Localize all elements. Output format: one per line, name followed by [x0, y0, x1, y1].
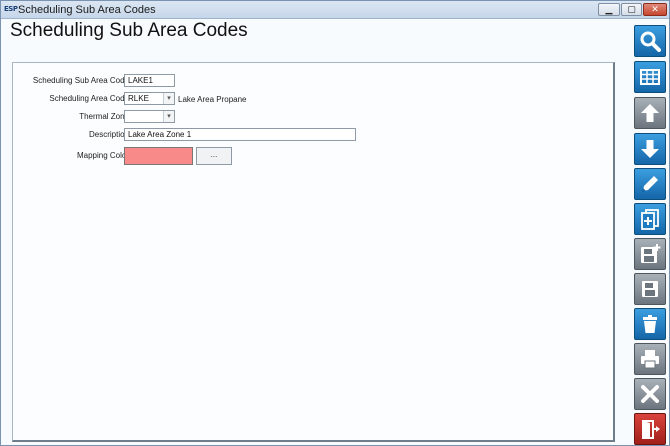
area-code-description: Lake Area Propane [178, 95, 247, 104]
print-button[interactable] [634, 343, 666, 375]
app-logo-icon: ESP [4, 5, 18, 13]
chevron-down-icon[interactable]: ▾ [163, 93, 174, 104]
thermal-zone-label: Thermal Zone [79, 112, 129, 121]
printer-icon [641, 350, 659, 369]
description-label: Description [88, 130, 129, 139]
title-bar[interactable]: ESP Scheduling Sub Area Codes ▁ ▢ ✕ [1, 1, 669, 19]
grid-icon [640, 69, 660, 85]
delete-button[interactable] [634, 308, 666, 340]
pencil-icon [642, 176, 658, 192]
close-window-button[interactable]: ✕ [643, 3, 667, 16]
cancel-button[interactable] [634, 378, 666, 410]
color-picker-button[interactable]: ... [196, 147, 232, 165]
trash-icon [643, 315, 657, 333]
chevron-down-icon[interactable]: ▾ [163, 111, 174, 122]
save-button[interactable] [634, 273, 666, 305]
sub-area-code-field[interactable]: LAKE1 [124, 74, 175, 87]
page-title: Scheduling Sub Area Codes [10, 20, 248, 41]
sub-area-code-label: Scheduling Sub Area Code [32, 76, 129, 85]
save-new-button[interactable] [634, 238, 666, 270]
search-button[interactable] [634, 25, 666, 57]
minimize-button[interactable]: ▁ [598, 3, 620, 16]
exit-button[interactable] [634, 413, 666, 445]
exit-door-icon [642, 420, 660, 439]
search-icon [640, 31, 661, 52]
maximize-button[interactable]: ▢ [621, 3, 642, 16]
arrow-up-icon [641, 104, 659, 122]
mapping-color-swatch[interactable] [124, 147, 193, 165]
floppy-plus-icon [641, 244, 661, 263]
new-record-button[interactable] [634, 203, 666, 235]
area-code-value: RLKE [128, 94, 149, 103]
grid-view-button[interactable] [634, 61, 666, 93]
floppy-icon [642, 281, 658, 297]
thermal-zone-select[interactable]: ▾ [124, 110, 175, 123]
area-code-label: Scheduling Area Code [49, 94, 129, 103]
description-field[interactable]: Lake Area Zone 1 [124, 128, 356, 141]
area-code-select[interactable]: RLKE ▾ [124, 92, 175, 105]
edit-button[interactable] [634, 168, 666, 200]
arrow-down-icon [641, 140, 659, 158]
window-title: Scheduling Sub Area Codes [18, 4, 156, 16]
next-record-button[interactable] [634, 133, 666, 165]
form-panel: Scheduling Sub Area Code LAKE1 Schedulin… [12, 62, 615, 442]
x-icon [641, 385, 659, 403]
main-window: ESP Scheduling Sub Area Codes ▁ ▢ ✕ Sche… [0, 0, 670, 446]
new-document-icon [641, 209, 659, 230]
previous-record-button[interactable] [634, 97, 666, 129]
mapping-color-label: Mapping Color [76, 151, 129, 160]
